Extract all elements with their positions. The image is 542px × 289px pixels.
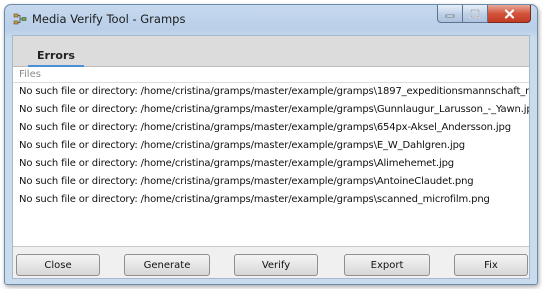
list-item[interactable]: No such file or directory: /home/cristin…	[13, 101, 529, 119]
media-verify-window: Media Verify Tool - Gramps Errors Files …	[4, 4, 538, 285]
minimize-icon	[445, 14, 455, 17]
window-title: Media Verify Tool - Gramps	[32, 12, 186, 26]
window-controls	[437, 5, 531, 23]
verify-button[interactable]: Verify	[234, 254, 318, 276]
list-item[interactable]: No such file or directory: /home/cristin…	[13, 155, 529, 173]
close-icon	[504, 8, 514, 19]
generate-button[interactable]: Generate	[124, 254, 210, 276]
export-button[interactable]: Export	[344, 254, 430, 276]
maximize-icon	[470, 9, 480, 18]
button-bar: Close Generate Verify Export Fix	[13, 254, 529, 278]
dialog-content: Errors Files No such file or directory: …	[12, 35, 530, 279]
list-item[interactable]: No such file or directory: /home/cristin…	[13, 173, 529, 191]
title-bar[interactable]: Media Verify Tool - Gramps	[5, 5, 537, 33]
list-item[interactable]: No such file or directory: /home/cristin…	[13, 191, 529, 209]
list-item[interactable]: No such file or directory: /home/cristin…	[13, 137, 529, 155]
column-header-files[interactable]: Files	[13, 67, 529, 83]
list-item[interactable]: No such file or directory: /home/cristin…	[13, 119, 529, 137]
close-window-button[interactable]	[488, 5, 531, 23]
minimize-button[interactable]	[437, 5, 463, 23]
tab-errors-label: Errors	[37, 49, 75, 62]
list-item[interactable]: No such file or directory: /home/cristin…	[13, 83, 529, 101]
tab-bar: Errors	[13, 36, 529, 67]
tab-errors[interactable]: Errors	[25, 42, 87, 67]
close-button[interactable]: Close	[16, 254, 100, 276]
tree-icon	[13, 12, 27, 26]
errors-list[interactable]: Files No such file or directory: /home/c…	[13, 67, 529, 247]
maximize-button[interactable]	[463, 5, 488, 23]
fix-button[interactable]: Fix	[454, 254, 528, 276]
